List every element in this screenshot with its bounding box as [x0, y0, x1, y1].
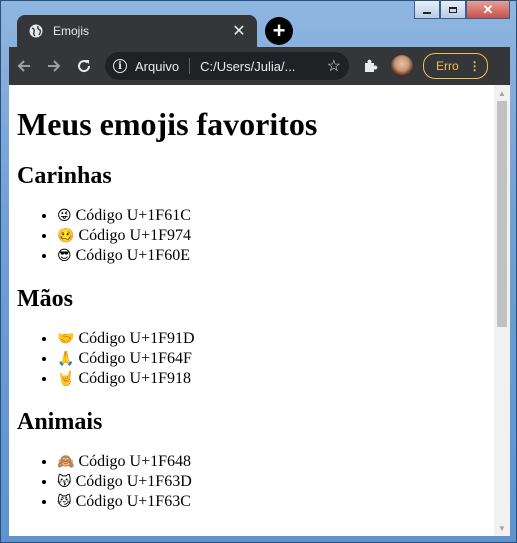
scheme-label: Arquivo [135, 58, 180, 74]
page-title: Meus emojis favoritos [17, 106, 318, 142]
scroll-up-icon[interactable]: ▲ [494, 85, 510, 101]
emoji-list-animals: 🙈 Código U+1F648 😽 Código U+1F63D 😼 Códi… [17, 452, 502, 512]
reload-icon [78, 60, 91, 73]
emoji-icon: 😜 [57, 208, 72, 224]
info-icon[interactable]: i [113, 59, 127, 73]
section-heading-hands: Mãos [17, 286, 73, 312]
vertical-scrollbar[interactable]: ▲ ▼ [494, 85, 510, 536]
title-bar: Emojis ✕ + ✕ [1, 1, 517, 47]
error-button[interactable]: Erro ⋮ [423, 53, 488, 79]
window-controls: ✕ [414, 1, 510, 19]
emoji-code: Código U+1F974 [78, 227, 192, 244]
list-item: 🤘 Código U+1F918 [57, 369, 502, 389]
emoji-code: Código U+1F918 [78, 370, 192, 387]
bookmark-star-icon[interactable]: ☆ [327, 56, 341, 76]
omnibox-divider [189, 58, 191, 74]
scroll-thumb[interactable] [497, 101, 507, 327]
browser-window: Emojis ✕ + ✕ i Arquivo C:/Users/Julia/..… [0, 0, 517, 543]
forward-button[interactable] [39, 51, 69, 81]
menu-dots-icon: ⋮ [468, 59, 481, 73]
close-icon: ✕ [482, 2, 494, 17]
emoji-icon: 😼 [57, 494, 72, 510]
emoji-code: Código U+1F63D [75, 473, 192, 490]
emoji-list-faces: 😜 Código U+1F61C 🥴 Código U+1F974 😎 Códi… [17, 206, 502, 266]
back-button[interactable] [9, 51, 39, 81]
maximize-button[interactable] [440, 1, 466, 19]
reload-button[interactable] [69, 51, 99, 81]
emoji-code: Código U+1F91D [78, 330, 195, 347]
emoji-list-hands: 🤝 Código U+1F91D 🙏 Código U+1F64F 🤘 Códi… [17, 329, 502, 389]
tab-emojis[interactable]: Emojis ✕ [17, 15, 257, 47]
emoji-icon: 🤝 [57, 331, 75, 347]
globe-icon [29, 24, 43, 38]
emoji-code: Código U+1F60E [75, 247, 190, 264]
list-item: 🤝 Código U+1F91D [57, 329, 502, 349]
back-arrow-icon [17, 60, 30, 72]
maximize-icon [449, 6, 457, 13]
list-item: 😜 Código U+1F61C [57, 206, 502, 226]
emoji-code: Código U+1F63C [75, 493, 191, 510]
new-tab-button[interactable]: + [265, 17, 293, 45]
tab-title: Emojis [53, 24, 90, 38]
emoji-icon: 😽 [57, 474, 72, 490]
minimize-button[interactable] [414, 1, 440, 19]
emoji-icon: 🙏 [57, 351, 75, 367]
minimize-icon [423, 11, 431, 14]
forward-arrow-icon [48, 60, 61, 72]
list-item: 🙏 Código U+1F64F [57, 349, 502, 369]
profile-avatar[interactable] [391, 55, 413, 77]
emoji-icon: 🙈 [57, 454, 75, 470]
address-bar[interactable]: i Arquivo C:/Users/Julia/... ☆ [105, 52, 349, 80]
emoji-code: Código U+1F64F [78, 350, 192, 367]
scroll-down-icon[interactable]: ▼ [494, 520, 510, 536]
page-viewport: Meus emojis favoritos Carinhas 😜 Código … [9, 85, 510, 536]
page-content: Meus emojis favoritos Carinhas 😜 Código … [9, 106, 510, 512]
list-item: 🙈 Código U+1F648 [57, 452, 502, 472]
close-window-button[interactable]: ✕ [466, 1, 510, 19]
extensions-button[interactable] [355, 51, 385, 81]
error-label: Erro [436, 59, 459, 73]
emoji-icon: 🤘 [57, 371, 75, 387]
puzzle-icon [365, 59, 378, 72]
list-item: 😼 Código U+1F63C [57, 492, 502, 512]
section-heading-animals: Animais [17, 409, 103, 435]
list-item: 😎 Código U+1F60E [57, 246, 502, 266]
emoji-icon: 🥴 [57, 228, 75, 244]
section-heading-faces: Carinhas [17, 163, 112, 189]
url-text: C:/Users/Julia/... [200, 58, 296, 74]
emoji-code: Código U+1F61C [75, 207, 191, 224]
emoji-code: Código U+1F648 [78, 453, 192, 470]
browser-toolbar: i Arquivo C:/Users/Julia/... ☆ Erro ⋮ [9, 47, 510, 85]
list-item: 😽 Código U+1F63D [57, 472, 502, 492]
list-item: 🥴 Código U+1F974 [57, 226, 502, 246]
emoji-icon: 😎 [57, 248, 72, 264]
tab-close-icon[interactable]: ✕ [227, 21, 251, 41]
